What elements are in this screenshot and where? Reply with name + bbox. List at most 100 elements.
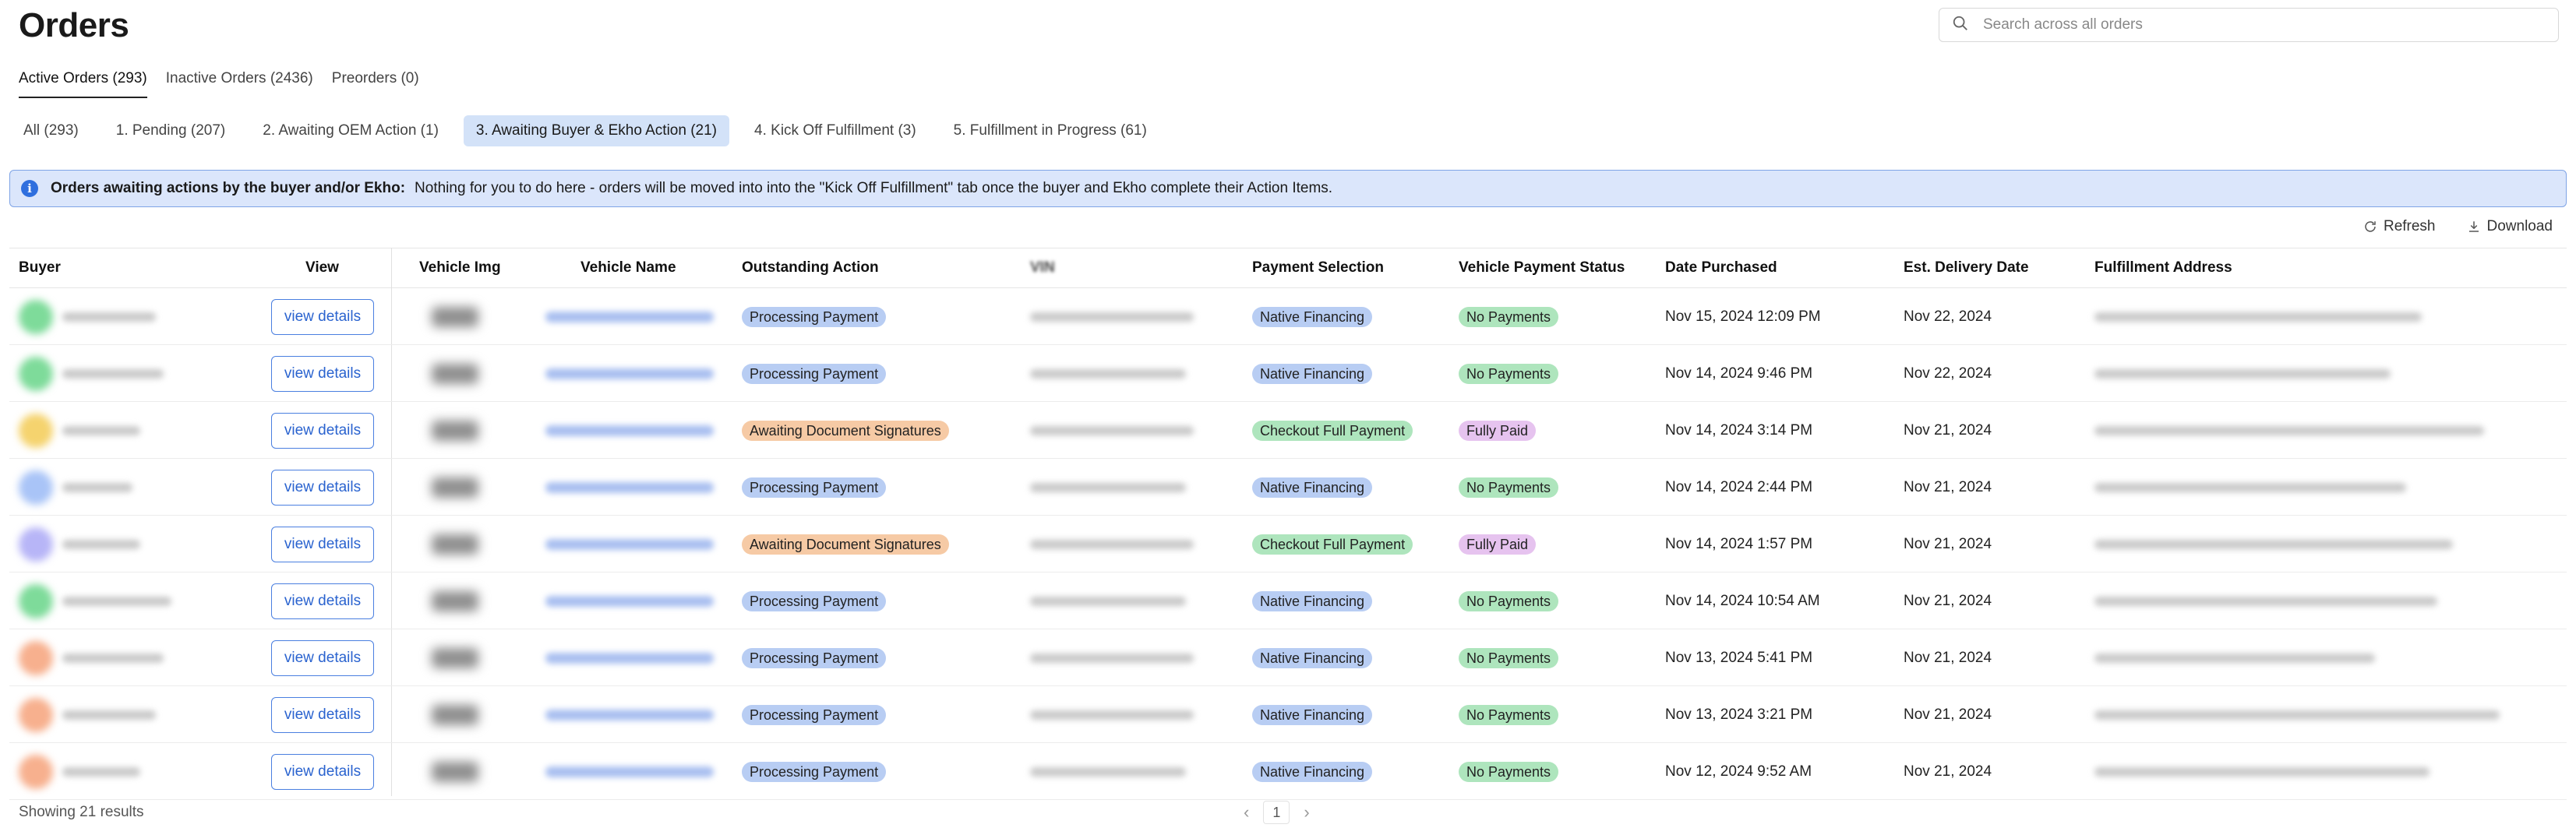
next-page-icon[interactable]: ›: [1304, 802, 1309, 823]
view-cell: view details: [271, 288, 374, 345]
table-row[interactable]: view details Processing Payment Native Fin…: [9, 288, 2567, 345]
payment-selection-cell: Native Financing: [1252, 629, 1373, 686]
tab-preorders[interactable]: Preorders (0): [332, 70, 419, 98]
col-header-outstanding-action[interactable]: Outstanding Action: [742, 259, 879, 277]
vehicle-image: [432, 704, 478, 725]
table-row[interactable]: view details Processing Payment Native Fin…: [9, 459, 2567, 516]
payment-badge: Native Financing: [1252, 477, 1373, 498]
subtab-kick-off-fulfillment[interactable]: 4. Kick Off Fulfillment (3): [742, 115, 929, 146]
buyer-cell: [19, 686, 156, 743]
buyer-cell: [19, 743, 140, 800]
date-purchased-cell: Nov 14, 2024 9:46 PM: [1665, 365, 1813, 382]
address-redacted: [2094, 425, 2484, 435]
col-header-vehicle-name[interactable]: Vehicle Name: [580, 259, 676, 277]
col-header-view[interactable]: View: [305, 259, 339, 277]
outstanding-action-cell: Awaiting Document Signatures: [742, 402, 949, 459]
action-badge: Processing Payment: [742, 704, 887, 725]
vin-cell: [1030, 629, 1194, 686]
table-row[interactable]: view details Processing Payment Native Fin…: [9, 743, 2567, 800]
download-button[interactable]: Download: [2467, 218, 2553, 235]
current-page[interactable]: 1: [1263, 801, 1290, 824]
vin-redacted: [1030, 596, 1186, 606]
vehicle-img-cell: [432, 345, 478, 402]
vehicle-name-redacted: [545, 481, 714, 493]
table-row[interactable]: view details Processing Payment Native Fin…: [9, 629, 2567, 686]
address-redacted: [2094, 368, 2391, 379]
payment-selection-cell: Checkout Full Payment: [1252, 402, 1413, 459]
vehicle-img-cell: [432, 288, 478, 345]
status-badge: No Payments: [1459, 477, 1559, 498]
avatar: [19, 299, 53, 334]
subtab-pending[interactable]: 1. Pending (207): [104, 115, 238, 146]
col-header-vehicle-payment-status[interactable]: Vehicle Payment Status: [1459, 259, 1625, 277]
outstanding-action-cell: Processing Payment: [742, 345, 887, 402]
view-details-button[interactable]: view details: [271, 583, 374, 619]
buyer-cell: [19, 516, 140, 573]
outstanding-action-cell: Processing Payment: [742, 288, 887, 345]
fulfillment-address-cell: [2094, 629, 2375, 686]
tab-active-orders[interactable]: Active Orders (293): [19, 70, 147, 98]
col-header-payment-selection[interactable]: Payment Selection: [1252, 259, 1384, 277]
table-row[interactable]: view details Processing Payment Native Fin…: [9, 345, 2567, 402]
outstanding-action-cell: Processing Payment: [742, 459, 887, 516]
info-icon: i: [21, 180, 38, 197]
table-row[interactable]: view details Awaiting Document Signatures…: [9, 516, 2567, 573]
payment-status-cell: No Payments: [1459, 629, 1559, 686]
fulfillment-address-cell: [2094, 288, 2422, 345]
tab-inactive-orders[interactable]: Inactive Orders (2436): [166, 70, 313, 98]
table-row[interactable]: view details Processing Payment Native Fin…: [9, 573, 2567, 629]
refresh-button[interactable]: Refresh: [2363, 218, 2436, 235]
vehicle-image: [432, 363, 478, 384]
address-redacted: [2094, 766, 2430, 777]
address-redacted: [2094, 539, 2453, 549]
col-header-date-purchased[interactable]: Date Purchased: [1665, 259, 1777, 277]
payment-selection-cell: Native Financing: [1252, 686, 1373, 743]
outstanding-action-cell: Processing Payment: [742, 629, 887, 686]
buyer-name-redacted: [62, 539, 140, 549]
payment-status-cell: No Payments: [1459, 743, 1559, 800]
subtab-all[interactable]: All (293): [11, 115, 91, 146]
col-header-buyer[interactable]: Buyer: [19, 259, 61, 277]
view-details-button[interactable]: view details: [271, 526, 374, 562]
vin-redacted: [1030, 425, 1194, 435]
vehicle-name-redacted: [545, 595, 714, 607]
vin-redacted: [1030, 482, 1186, 492]
status-filter-tabs: All (293) 1. Pending (207) 2. Awaiting O…: [11, 115, 1159, 146]
payment-badge: Checkout Full Payment: [1252, 420, 1413, 441]
buyer-name-redacted: [62, 482, 132, 492]
date-purchased-cell: Nov 14, 2024 3:14 PM: [1665, 421, 1813, 439]
col-header-vehicle-img[interactable]: Vehicle Img: [419, 259, 501, 277]
prev-page-icon[interactable]: ‹: [1244, 802, 1249, 823]
view-details-button[interactable]: view details: [271, 412, 374, 449]
view-details-button[interactable]: view details: [271, 298, 374, 335]
date-purchased-cell: Nov 14, 2024 2:44 PM: [1665, 478, 1813, 495]
view-cell: view details: [271, 686, 374, 743]
search-bar[interactable]: [1939, 8, 2559, 42]
col-header-vin[interactable]: VIN: [1030, 259, 1055, 277]
delivery-date-cell: Nov 21, 2024: [1904, 535, 1992, 552]
table-row[interactable]: view details Processing Payment Native Fin…: [9, 686, 2567, 743]
subtab-awaiting-buyer-ekho[interactable]: 3. Awaiting Buyer & Ekho Action (21): [463, 115, 730, 146]
view-details-button[interactable]: view details: [271, 469, 374, 506]
date-purchased-cell: Nov 15, 2024 12:09 PM: [1665, 308, 1821, 325]
view-details-button[interactable]: view details: [271, 639, 374, 676]
vehicle-name-cell: [545, 686, 714, 743]
payment-status-cell: No Payments: [1459, 573, 1559, 629]
col-header-est-delivery-date[interactable]: Est. Delivery Date: [1904, 259, 2029, 277]
vehicle-img-cell: [432, 686, 478, 743]
col-header-fulfillment-address[interactable]: Fulfillment Address: [2094, 259, 2232, 277]
avatar: [19, 640, 53, 675]
payment-status-cell: No Payments: [1459, 288, 1559, 345]
outstanding-action-cell: Awaiting Document Signatures: [742, 516, 949, 573]
vehicle-img-cell: [432, 743, 478, 800]
search-input[interactable]: [1983, 16, 2528, 33]
vehicle-image: [432, 477, 478, 498]
subtab-fulfillment-in-progress[interactable]: 5. Fulfillment in Progress (61): [941, 115, 1159, 146]
date-purchased-cell: Nov 14, 2024 10:54 AM: [1665, 592, 1820, 609]
view-details-button[interactable]: view details: [271, 355, 374, 392]
table-row[interactable]: view details Awaiting Document Signatures…: [9, 402, 2567, 459]
subtab-awaiting-oem[interactable]: 2. Awaiting OEM Action (1): [250, 115, 451, 146]
view-details-button[interactable]: view details: [271, 696, 374, 733]
address-redacted: [2094, 710, 2500, 720]
view-details-button[interactable]: view details: [271, 753, 374, 790]
